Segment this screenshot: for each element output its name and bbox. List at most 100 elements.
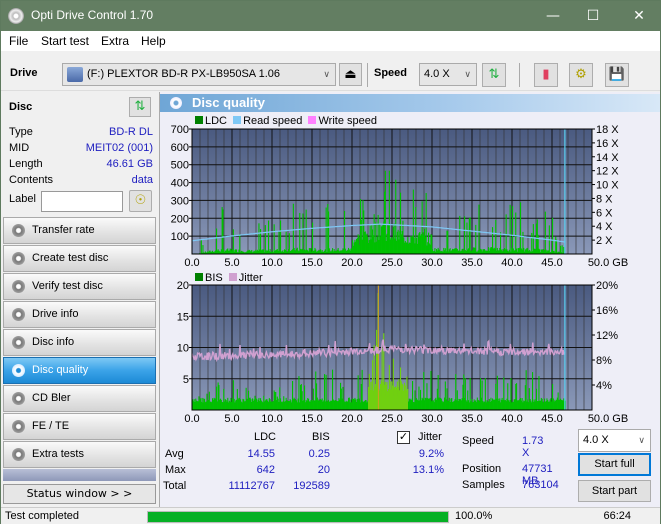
toolbar-separator [519,63,520,87]
total-ldc: 11112767 [228,480,276,492]
drive-select-value: (F:) PLEXTOR BD-R PX-LB950SA 1.06 [87,68,280,80]
nav-label: Extra tests [32,448,84,460]
col-ldc: LDC [254,431,277,443]
disc-key: Contents [9,174,54,186]
menu-file[interactable]: File [9,34,28,48]
floppy-save-icon: 💾 [608,67,626,82]
data-bar [285,231,287,254]
x-tick-label: 30.0 [421,257,442,267]
x-tick-label: 40.0 [501,257,522,267]
save-button[interactable]: 💾 [605,63,629,87]
nav-extra-tests[interactable]: Extra tests [3,441,156,468]
data-bar [478,204,480,254]
settings-button[interactable]: ⚙ [569,63,593,87]
data-bar [425,192,427,254]
avg-bis: 0.25 [308,448,330,460]
speed-select[interactable]: 4.0 X ∨ [419,63,477,86]
y2-tick-label: 4 X [596,221,613,233]
disc-value: BD-R DL [108,126,153,138]
progress-fill [148,512,448,522]
eject-button[interactable]: ⏏ [339,63,362,86]
chevron-down-icon: ∨ [464,69,471,79]
data-bar [466,222,468,254]
y-tick-label: 10 [177,343,189,355]
total-bis: 192589 [293,480,330,492]
menu-extra[interactable]: Extra [101,34,129,48]
data-bar [556,239,558,254]
progress-bar [147,511,449,523]
disc-quality-panel: Disc quality LDC Read speed Write speed … [159,92,660,507]
nav-create-test-disc[interactable]: Create test disc [3,245,156,272]
test-speed-select[interactable]: 4.0 X ∨ [578,429,651,452]
data-bar [264,225,266,254]
nav-drive-info[interactable]: Drive info [3,301,156,328]
jitter-checkbox[interactable]: ✓ [397,431,410,444]
drive-label: Drive [10,67,38,79]
disc-icon [12,308,25,321]
nav-label: Verify test disc [32,280,103,292]
label-disc-button[interactable]: ☉ [129,190,152,212]
data-bar [512,206,514,254]
menu-start-test[interactable]: Start test [41,34,89,48]
nav-cd-bler[interactable]: CD Bler [3,385,156,412]
menu-help[interactable]: Help [141,34,166,48]
nav-transfer-rate[interactable]: Transfer rate [3,217,156,244]
x-tick-label: 0.0 [184,257,199,267]
disc-key: Length [9,158,43,170]
start-part-button[interactable]: Start part [578,480,651,502]
chevron-down-icon: ∨ [323,69,330,79]
disc-icon [12,448,25,461]
speed-stat-value: 1.73 X [522,435,544,459]
data-bar [278,231,280,254]
erase-button[interactable]: ▮ [534,63,558,87]
y-tick-label: 200 [171,213,189,225]
jitter-label: Jitter [418,431,442,443]
ldc-chart: 100 200 300 400 500 600 700 2 X 4 X 6 X 8 X10 X 12 … [171,124,629,267]
data-bar [292,203,294,254]
disc-refresh-button[interactable]: ⇅ [129,97,151,117]
x-tick-label: 15.0 [301,413,322,423]
data-bar [200,239,202,254]
data-bar [544,211,546,254]
nav-label: CD Bler [32,392,71,404]
close-button[interactable]: ✕ [619,5,659,27]
y-tick-label: 400 [171,178,189,190]
app-window: Opti Drive Control 1.70 — ☐ ✕ File Start… [0,0,661,524]
nav-disc-quality[interactable]: Disc quality [3,357,156,384]
drive-select[interactable]: (F:) PLEXTOR BD-R PX-LB950SA 1.06 ∨ [62,63,336,86]
x-tick-label: 45.0 [541,257,562,267]
y2-tick-label: 16% [596,305,618,317]
x-tick-label: 15.0 [301,257,322,267]
y-tick-label: 20 [177,280,189,292]
data-bar [239,234,241,254]
data-bar [280,220,282,254]
y-tick-label: 100 [171,231,189,243]
col-bis: BIS [312,431,330,443]
status-window-button[interactable]: Status window > > [3,484,156,504]
data-bar [475,224,477,254]
nav-label: Transfer rate [32,224,95,236]
drive-icon [67,67,83,82]
nav-label: Create test disc [32,252,109,264]
start-full-button[interactable]: Start full [578,453,651,476]
y2-tick-label: 12 X [596,166,619,178]
y-tick-label: 500 [171,160,189,172]
data-bar [447,231,449,254]
max-ldc: 642 [256,464,275,476]
label-input[interactable] [41,191,123,212]
minimize-button[interactable]: — [533,5,573,27]
nav-disc-info[interactable]: Disc info [3,329,156,356]
y-tick-label: 600 [171,142,189,154]
refresh-button[interactable]: ⇅ [482,63,506,87]
disc-value: 46.61 GB [106,158,153,170]
data-bar [299,212,301,254]
nav-fe-te[interactable]: FE / TE [3,413,156,440]
disc-header-label: Disc [9,101,33,113]
eraser-icon: ▮ [542,67,550,82]
maximize-button[interactable]: ☐ [573,5,613,27]
panel-header: Disc quality [160,94,660,112]
nav-verify-test-disc[interactable]: Verify test disc [3,273,156,300]
samples-value: 763104 [522,479,559,491]
x-tick-label: 35.0 [461,413,482,423]
disc-icon [12,336,25,349]
